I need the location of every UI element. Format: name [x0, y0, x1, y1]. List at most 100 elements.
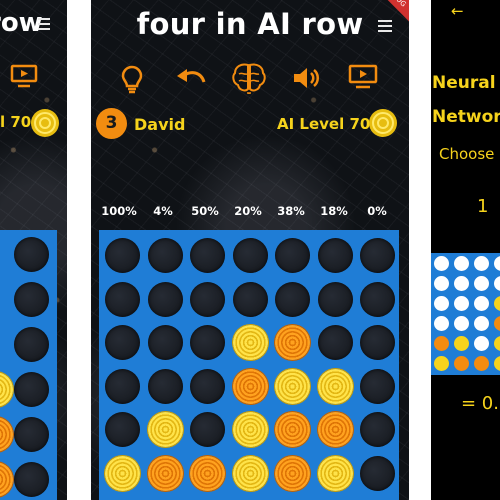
selected-number[interactable]: 1: [477, 196, 488, 217]
board-cell-orange[interactable]: [275, 412, 310, 447]
neural-title-line2: Network: [432, 107, 500, 127]
mini-board-cell: [434, 276, 449, 291]
board-cell-yellow[interactable]: [232, 325, 268, 360]
board-cell-yellow[interactable]: [275, 368, 310, 404]
board-cell-empty[interactable]: [105, 281, 140, 317]
mini-board-cell: [434, 256, 449, 271]
board-cell-empty[interactable]: [105, 325, 140, 360]
board-cell-yellow[interactable]: [232, 455, 268, 491]
mini-board-cell: [454, 276, 469, 291]
board-cell-empty[interactable]: [147, 238, 183, 273]
tv-icon[interactable]: [10, 64, 38, 92]
column-percentage: 20%: [234, 204, 262, 218]
board-cell-empty[interactable]: [360, 368, 395, 404]
video-ad-tv-icon[interactable]: [348, 64, 378, 94]
mini-board-cell: [434, 316, 449, 331]
result-value: = 0.: [461, 393, 499, 414]
ai-level-label: AI Level 70: [277, 115, 371, 133]
mini-board-cell: [494, 316, 500, 331]
board-cell-empty[interactable]: [275, 281, 310, 317]
column-percentage: 0%: [367, 204, 387, 218]
game-board[interactable]: [99, 230, 399, 500]
neural-title-line1: Neural: [432, 73, 496, 93]
board-cell-orange[interactable]: [275, 325, 310, 360]
board-cell-empty[interactable]: [105, 368, 140, 404]
board-cell-empty[interactable]: [360, 325, 395, 360]
mini-board-cell: [494, 256, 500, 271]
board-fragment: [0, 230, 57, 500]
board-cell-yellow[interactable]: [317, 455, 353, 491]
board-cell-empty[interactable]: [190, 238, 225, 273]
brain-icon[interactable]: [231, 62, 267, 98]
mini-board-cell: [454, 256, 469, 271]
board-cell-empty[interactable]: [190, 412, 225, 447]
column-percentage: 50%: [191, 204, 219, 218]
mini-board-cell: [454, 296, 469, 311]
board-cell-orange[interactable]: [147, 455, 183, 491]
board-cell-empty[interactable]: [360, 281, 395, 317]
board-cell-empty[interactable]: [360, 412, 395, 447]
mini-board-cell: [494, 276, 500, 291]
game-title: four in AI row: [136, 7, 364, 41]
board-cell-yellow[interactable]: [147, 412, 183, 447]
board-cell-empty[interactable]: [360, 455, 395, 491]
coin-icon[interactable]: [368, 108, 398, 142]
menu-icon[interactable]: [38, 18, 50, 30]
board-cell-empty[interactable]: [105, 412, 140, 447]
board-cell-empty[interactable]: [317, 325, 353, 360]
board-cell-empty[interactable]: [190, 281, 225, 317]
board-cell-empty[interactable]: [317, 238, 353, 273]
board-cell-empty[interactable]: [360, 238, 395, 273]
undo-icon[interactable]: [175, 66, 207, 94]
column-percentage: 38%: [277, 204, 305, 218]
board-cell-empty[interactable]: [147, 325, 183, 360]
left-title: row: [0, 8, 43, 38]
board-cell-yellow[interactable]: [105, 455, 140, 491]
board-cell-orange[interactable]: [190, 455, 225, 491]
board-cell-empty[interactable]: [147, 368, 183, 404]
mini-board-cell: [474, 316, 489, 331]
sound-speaker-icon[interactable]: [292, 65, 322, 95]
mini-board-cell: [474, 356, 489, 371]
column-percentage: 4%: [153, 204, 173, 218]
board-cell-empty[interactable]: [232, 238, 268, 273]
mini-board-cell: [474, 336, 489, 351]
mini-board-cell: [494, 296, 500, 311]
board-cell-orange[interactable]: [275, 455, 310, 491]
mini-board-cell: [494, 356, 500, 371]
board-cell-empty[interactable]: [190, 325, 225, 360]
board-cell-yellow[interactable]: [317, 368, 353, 404]
column-percentage: 18%: [320, 204, 348, 218]
mini-board-cell: [474, 256, 489, 271]
board-cell-empty[interactable]: [317, 281, 353, 317]
choose-label: Choose: [439, 145, 495, 163]
mini-board-cell: [474, 296, 489, 311]
board-cell-empty[interactable]: [105, 238, 140, 273]
mini-board-cell: [494, 336, 500, 351]
mini-board-cell: [434, 356, 449, 371]
player-name: David: [134, 115, 186, 134]
mini-board-cell: [454, 316, 469, 331]
board-cell-yellow[interactable]: [232, 412, 268, 447]
game-screen-panel: UG four in AI row 3 David AI Level 70 10…: [91, 0, 409, 500]
board-cell-orange[interactable]: [317, 412, 353, 447]
hint-lightbulb-icon[interactable]: [119, 64, 145, 98]
coin-icon: [30, 108, 60, 142]
mini-board-cell: [474, 276, 489, 291]
player-number-badge: 3: [96, 108, 127, 139]
board-cell-empty[interactable]: [190, 368, 225, 404]
board-cell-empty[interactable]: [232, 281, 268, 317]
neural-network-screen-panel: ← Neural Network Choose 1 = 0.: [431, 0, 500, 500]
board-cell-empty[interactable]: [275, 238, 310, 273]
mini-board-cell: [434, 336, 449, 351]
mini-board-cell: [434, 296, 449, 311]
board-cell-orange[interactable]: [232, 368, 268, 404]
menu-icon[interactable]: [378, 20, 392, 35]
mini-board-cell: [454, 356, 469, 371]
mini-board: [431, 253, 500, 375]
board-cell-empty[interactable]: [147, 281, 183, 317]
column-percentage: 100%: [101, 204, 137, 218]
back-arrow-icon[interactable]: ←: [451, 2, 464, 20]
mini-board-cell: [454, 336, 469, 351]
left-screen-panel: row l 70: [0, 0, 67, 500]
